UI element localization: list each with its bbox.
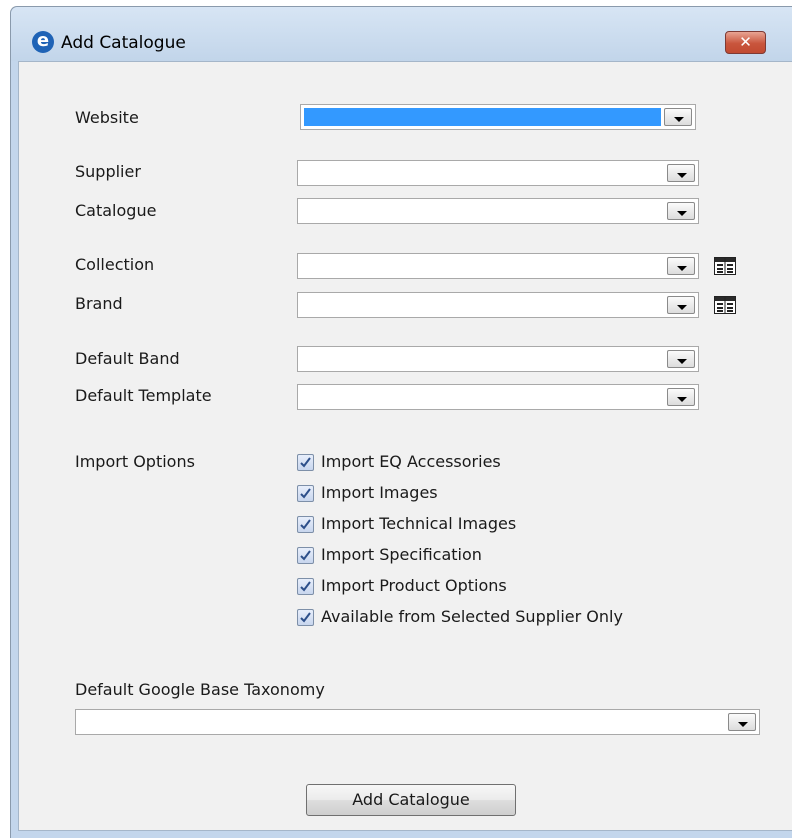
- taxonomy-dropdown-button[interactable]: [728, 713, 756, 731]
- catalogue-label: Catalogue: [75, 201, 157, 220]
- brand-lookup-icon[interactable]: [714, 296, 736, 314]
- catalogue-dropdown-button[interactable]: [667, 202, 695, 220]
- brand-dropdown-button[interactable]: [667, 296, 695, 314]
- add-catalogue-button[interactable]: Add Catalogue: [306, 784, 516, 816]
- website-select[interactable]: [300, 104, 696, 130]
- import-options-label: Import Options: [75, 452, 195, 471]
- chevron-down-icon: [677, 305, 687, 310]
- chevron-down-icon: [738, 722, 748, 727]
- chevron-down-icon: [677, 359, 687, 364]
- dialog-title: Add Catalogue: [61, 33, 186, 53]
- collection-lookup-icon[interactable]: [714, 257, 736, 275]
- taxonomy-label: Default Google Base Taxonomy: [75, 680, 325, 699]
- close-button[interactable]: ✕: [725, 31, 766, 54]
- checkmark-icon: [300, 550, 311, 561]
- collection-select[interactable]: [297, 253, 699, 279]
- checkmark-icon: [300, 457, 311, 468]
- checkmark-icon: [300, 612, 311, 623]
- close-icon: ✕: [739, 33, 752, 51]
- default-template-dropdown-button[interactable]: [667, 388, 695, 406]
- supplier-label: Supplier: [75, 162, 141, 181]
- website-selected-value: [304, 108, 661, 126]
- chevron-down-icon: [674, 117, 684, 122]
- default-band-label: Default Band: [75, 349, 180, 368]
- import-product-options-label: Import Product Options: [321, 576, 507, 595]
- default-template-select[interactable]: [297, 384, 699, 410]
- import-eq-accessories-checkbox[interactable]: [297, 454, 314, 471]
- website-label: Website: [75, 108, 139, 127]
- import-technical-images-checkbox[interactable]: [297, 516, 314, 533]
- default-band-dropdown-button[interactable]: [667, 350, 695, 368]
- import-images-label: Import Images: [321, 483, 438, 502]
- collection-dropdown-button[interactable]: [667, 257, 695, 275]
- checkmark-icon: [300, 488, 311, 499]
- app-logo-icon: e: [32, 31, 54, 53]
- available-from-selected-supplier-label: Available from Selected Supplier Only: [321, 607, 623, 626]
- supplier-select[interactable]: [297, 160, 699, 186]
- chevron-down-icon: [677, 266, 687, 271]
- chevron-down-icon: [677, 211, 687, 216]
- catalogue-select[interactable]: [297, 198, 699, 224]
- import-product-options-checkbox[interactable]: [297, 578, 314, 595]
- taxonomy-select[interactable]: [75, 709, 760, 735]
- title-bar[interactable]: e Add Catalogue ✕: [11, 7, 792, 61]
- available-from-selected-supplier-checkbox[interactable]: [297, 609, 314, 626]
- default-band-select[interactable]: [297, 346, 699, 372]
- chevron-down-icon: [677, 173, 687, 178]
- import-eq-accessories-label: Import EQ Accessories: [321, 452, 501, 471]
- brand-select[interactable]: [297, 292, 699, 318]
- brand-label: Brand: [75, 294, 123, 313]
- default-template-label: Default Template: [75, 386, 212, 405]
- checkmark-icon: [300, 519, 311, 530]
- import-images-checkbox[interactable]: [297, 485, 314, 502]
- import-specification-label: Import Specification: [321, 545, 482, 564]
- collection-label: Collection: [75, 255, 155, 274]
- chevron-down-icon: [677, 397, 687, 402]
- import-technical-images-label: Import Technical Images: [321, 514, 517, 533]
- import-specification-checkbox[interactable]: [297, 547, 314, 564]
- supplier-dropdown-button[interactable]: [667, 164, 695, 182]
- website-dropdown-button[interactable]: [664, 108, 692, 126]
- checkmark-icon: [300, 581, 311, 592]
